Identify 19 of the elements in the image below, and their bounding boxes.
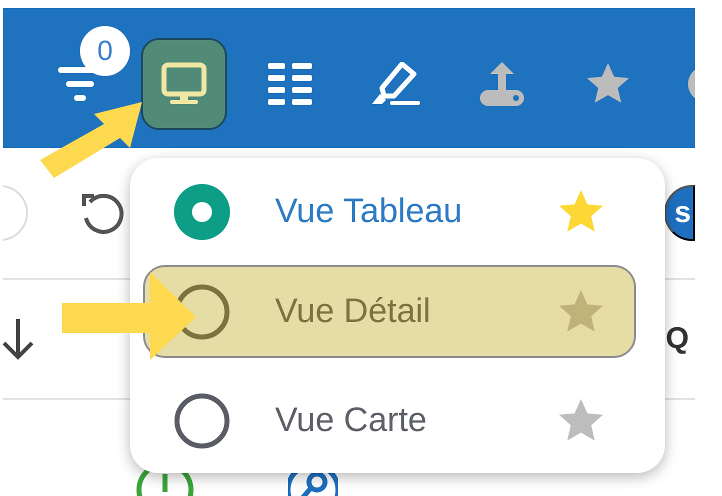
star-icon[interactable] (557, 398, 605, 444)
column-header: Q (666, 322, 689, 356)
radio-button[interactable] (174, 184, 230, 240)
upload-icon (480, 62, 524, 106)
list-icon (268, 63, 312, 105)
count-badge: 0 (80, 26, 130, 76)
star-icon[interactable] (557, 188, 605, 234)
sort-arrow-icon[interactable] (3, 317, 36, 361)
highlighter-button[interactable] (372, 62, 420, 106)
menu-item[interactable]: Vue Carte (143, 374, 636, 467)
star-icon[interactable] (557, 288, 605, 334)
radio-button[interactable] (174, 392, 230, 448)
monitor-button[interactable] (141, 38, 227, 130)
menu-item[interactable]: Vue Détail (143, 265, 636, 358)
action-button[interactable]: s (664, 185, 695, 241)
menu-item[interactable]: Vue Tableau (143, 165, 636, 258)
list-button[interactable] (268, 63, 312, 105)
highlighter-icon (372, 62, 420, 106)
monitor-icon (161, 62, 207, 106)
